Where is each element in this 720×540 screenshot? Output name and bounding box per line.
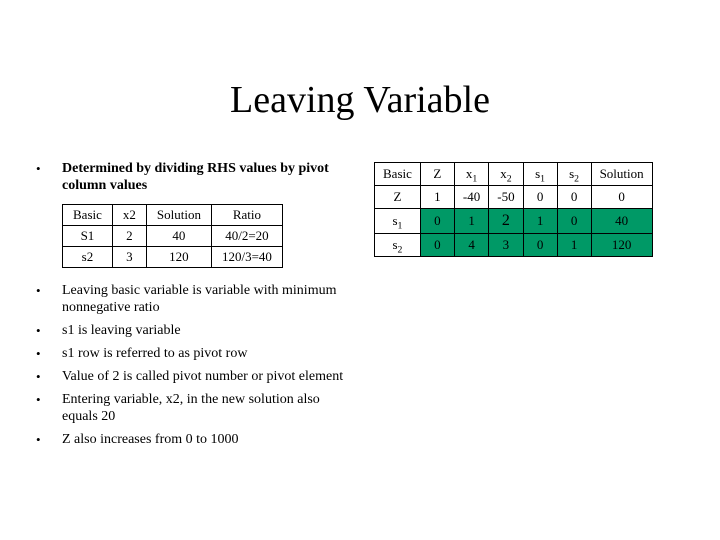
bullet-text: Leaving basic variable is variable with … [62, 282, 356, 316]
tableau-cell: 0 [557, 209, 591, 234]
ratio-cell: S1 [63, 226, 113, 247]
bullet-item: • Leaving basic variable is variable wit… [36, 282, 356, 316]
bullet-intro: • Determined by dividing RHS values by p… [36, 160, 356, 194]
bullet-text: s1 is leaving variable [62, 322, 356, 339]
ratio-cell: 3 [112, 247, 146, 268]
tableau-cell: 4 [454, 234, 488, 257]
bullet-text: s1 row is referred to as pivot row [62, 345, 356, 362]
tableau-cell: 120 [591, 234, 652, 257]
tableau-header-x2: x2 [489, 163, 523, 186]
tableau-cell: 0 [420, 234, 454, 257]
slide-title: Leaving Variable [0, 78, 720, 122]
bullet-dot-icon: • [36, 391, 62, 425]
bullet-item: • s1 row is referred to as pivot row [36, 345, 356, 362]
bullet-dot-icon: • [36, 368, 62, 385]
tableau-cell: -50 [489, 186, 523, 209]
tableau-cell: 0 [523, 234, 557, 257]
tableau-cell: 0 [420, 209, 454, 234]
ratio-cell: 40 [146, 226, 211, 247]
bullet-dot-icon: • [36, 282, 62, 316]
tableau-cell: 40 [591, 209, 652, 234]
bullet-dot-icon: • [36, 160, 62, 194]
slide: Leaving Variable • Determined by dividin… [0, 0, 720, 540]
bullet-list: • Determined by dividing RHS values by p… [36, 160, 356, 194]
ratio-table: Basic x2 Solution Ratio S1 2 40 40/2=20 … [62, 204, 283, 268]
tableau-header-z: Z [420, 163, 454, 186]
table-row: Basic x2 Solution Ratio [63, 205, 283, 226]
ratio-cell: 120/3=40 [211, 247, 282, 268]
bullet-list-lower: • Leaving basic variable is variable wit… [36, 282, 356, 448]
tableau-cell: 0 [557, 186, 591, 209]
bullet-dot-icon: • [36, 322, 62, 339]
tableau-header-solution: Solution [591, 163, 652, 186]
ratio-header-ratio: Ratio [211, 205, 282, 226]
table-row: s2 0 4 3 0 1 120 [375, 234, 653, 257]
ratio-header-x2: x2 [112, 205, 146, 226]
tableau-header-s2: s2 [557, 163, 591, 186]
tableau-cell: -40 [454, 186, 488, 209]
ratio-cell: 120 [146, 247, 211, 268]
tableau-header-s1: s1 [523, 163, 557, 186]
tableau-cell: 1 [454, 209, 488, 234]
tableau-cell-pivot: 2 [489, 209, 523, 234]
tableau-cell: 1 [523, 209, 557, 234]
ratio-cell: 2 [112, 226, 146, 247]
tableau-cell: 3 [489, 234, 523, 257]
right-column: Basic Z x1 x2 s1 s2 Solution Z 1 -40 -50… [374, 160, 696, 454]
table-row: s2 3 120 120/3=40 [63, 247, 283, 268]
bullet-item: • s1 is leaving variable [36, 322, 356, 339]
tableau-cell: 1 [420, 186, 454, 209]
bullet-item: • Entering variable, x2, in the new solu… [36, 391, 356, 425]
ratio-cell: s2 [63, 247, 113, 268]
bullet-dot-icon: • [36, 431, 62, 448]
tableau-cell: 0 [523, 186, 557, 209]
bullet-text: Z also increases from 0 to 1000 [62, 431, 356, 448]
tableau-header-basic: Basic [375, 163, 421, 186]
bullet-item: • Value of 2 is called pivot number or p… [36, 368, 356, 385]
table-row: Basic Z x1 x2 s1 s2 Solution [375, 163, 653, 186]
left-column: • Determined by dividing RHS values by p… [36, 160, 356, 454]
simplex-tableau: Basic Z x1 x2 s1 s2 Solution Z 1 -40 -50… [374, 162, 653, 257]
ratio-header-solution: Solution [146, 205, 211, 226]
content-area: • Determined by dividing RHS values by p… [36, 160, 696, 454]
table-row: Z 1 -40 -50 0 0 0 [375, 186, 653, 209]
ratio-cell: 40/2=20 [211, 226, 282, 247]
tableau-cell: s1 [375, 209, 421, 234]
bullet-text: Determined by dividing RHS values by piv… [62, 160, 356, 194]
bullet-text: Value of 2 is called pivot number or piv… [62, 368, 356, 385]
tableau-cell: Z [375, 186, 421, 209]
tableau-cell: 1 [557, 234, 591, 257]
tableau-header-x1: x1 [454, 163, 488, 186]
bullet-item: • Z also increases from 0 to 1000 [36, 431, 356, 448]
table-row: S1 2 40 40/2=20 [63, 226, 283, 247]
ratio-header-basic: Basic [63, 205, 113, 226]
tableau-cell: 0 [591, 186, 652, 209]
table-row-pivot: s1 0 1 2 1 0 40 [375, 209, 653, 234]
bullet-dot-icon: • [36, 345, 62, 362]
bullet-text: Entering variable, x2, in the new soluti… [62, 391, 356, 425]
tableau-cell: s2 [375, 234, 421, 257]
